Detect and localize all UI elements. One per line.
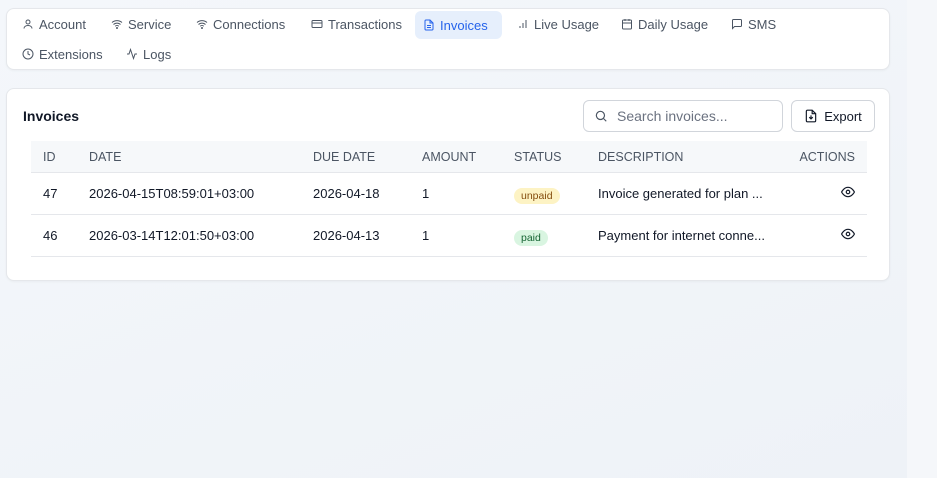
clock-icon <box>22 48 34 60</box>
table-header: ID DATE DUE DATE AMOUNT STATUS DESCRIPTI… <box>31 141 867 173</box>
activity-icon <box>126 48 138 60</box>
tabs-card: Account Service Connections Transactions… <box>6 8 890 70</box>
column-header-description[interactable]: DESCRIPTION <box>598 150 778 164</box>
tab-live-usage[interactable]: Live Usage <box>509 11 607 37</box>
column-header-date[interactable]: DATE <box>89 150 313 164</box>
column-header-actions: ACTIONS <box>799 149 855 164</box>
cell-description: Invoice generated for plan ... <box>598 186 763 201</box>
tab-sms[interactable]: SMS <box>723 11 784 37</box>
tab-label: SMS <box>748 16 777 32</box>
file-download-icon <box>805 109 817 123</box>
tab-label: Account <box>39 16 86 32</box>
tab-service[interactable]: Service <box>103 11 179 37</box>
bar-chart-icon <box>517 18 529 30</box>
status-badge: paid <box>514 229 548 246</box>
tab-transactions[interactable]: Transactions <box>303 11 410 37</box>
cell-due-date: 2026-04-13 <box>313 228 380 243</box>
scrollbar-gutter <box>907 0 937 478</box>
tab-label: Logs <box>143 46 172 62</box>
export-button[interactable]: Export <box>791 100 875 132</box>
status-badge: unpaid <box>514 187 560 204</box>
search-icon <box>594 109 608 123</box>
column-header-id[interactable]: ID <box>31 150 89 164</box>
card-title: Invoices <box>23 108 80 124</box>
cell-due-date: 2026-04-18 <box>313 186 380 201</box>
tab-label: Connections <box>213 16 286 32</box>
tab-daily-usage[interactable]: Daily Usage <box>613 11 716 37</box>
cell-date: 2026-04-15T08:59:01+03:00 <box>89 186 255 201</box>
cell-amount: 1 <box>422 228 430 243</box>
tab-label: Transactions <box>328 16 402 32</box>
tab-extensions[interactable]: Extensions <box>14 41 111 67</box>
table-row[interactable]: 46 2026-03-14T12:01:50+03:00 2026-04-13 … <box>31 215 867 257</box>
column-header-amount[interactable]: AMOUNT <box>422 150 514 164</box>
cell-id: 47 <box>43 186 58 201</box>
search-input[interactable] <box>617 108 777 124</box>
cell-actions <box>778 185 867 202</box>
user-icon <box>22 18 34 30</box>
file-text-icon <box>423 19 435 31</box>
tab-logs[interactable]: Logs <box>118 41 179 67</box>
view-icon[interactable] <box>841 227 855 241</box>
column-header-status[interactable]: STATUS <box>514 150 598 164</box>
cell-actions <box>778 227 867 244</box>
cell-date: 2026-03-14T12:01:50+03:00 <box>89 228 255 243</box>
tab-invoices[interactable]: Invoices <box>415 11 502 39</box>
column-header-due-date[interactable]: DUE DATE <box>313 150 422 164</box>
message-icon <box>731 18 743 30</box>
table-row[interactable]: 47 2026-04-15T08:59:01+03:00 2026-04-18 … <box>31 173 867 215</box>
tab-account[interactable]: Account <box>14 11 94 37</box>
view-icon[interactable] <box>841 185 855 199</box>
tab-label: Invoices <box>440 17 488 33</box>
invoices-card: Invoices Export ID DATE DUE DATE AMOUNT … <box>6 88 890 281</box>
invoices-table: ID DATE DUE DATE AMOUNT STATUS DESCRIPTI… <box>31 141 867 257</box>
cell-id: 46 <box>43 228 58 243</box>
tab-label: Live Usage <box>534 16 600 32</box>
tab-label: Extensions <box>39 46 103 62</box>
cell-description: Payment for internet conne... <box>598 228 765 243</box>
export-label: Export <box>824 108 862 124</box>
cell-amount: 1 <box>422 186 430 201</box>
calendar-icon <box>621 18 633 30</box>
cell-status: unpaid <box>514 184 598 204</box>
tab-label: Daily Usage <box>638 16 709 32</box>
wifi-icon <box>196 18 208 30</box>
search-box[interactable] <box>583 100 783 132</box>
wifi-icon <box>111 18 123 30</box>
tab-label: Service <box>128 16 172 32</box>
cell-status: paid <box>514 226 598 246</box>
tab-connections[interactable]: Connections <box>188 11 293 37</box>
credit-card-icon <box>311 18 323 30</box>
